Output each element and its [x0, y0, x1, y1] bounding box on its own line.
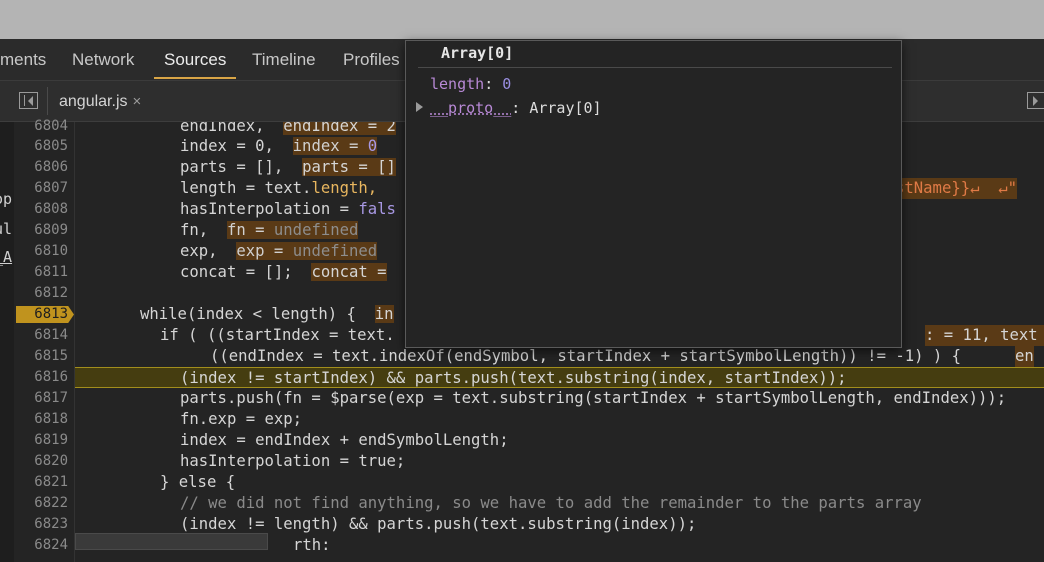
code-line: (index != length) && parts.push(text.sub… — [75, 514, 1044, 535]
code-text: index = endIndex + endSymbolLength; — [180, 431, 509, 449]
line-number[interactable]: 6818 — [14, 409, 68, 430]
code-text: } else { — [160, 473, 236, 491]
popover-divider — [418, 67, 892, 68]
line-number[interactable]: 6817 — [14, 388, 68, 409]
navigator-panel-edge: op ul _A — [0, 122, 14, 562]
code-text: (index != startIndex) && parts.push(text… — [180, 369, 847, 387]
line-number[interactable]: 6822 — [14, 493, 68, 514]
code-line: } else { — [75, 472, 1044, 493]
inline-value: fn = undefined — [226, 221, 359, 239]
toggle-navigator-icon[interactable] — [19, 92, 38, 109]
line-number[interactable]: 6808 — [14, 199, 68, 220]
file-tab-angular[interactable]: angular.js × — [59, 81, 141, 121]
code-text: (index != length) && parts.push(text.sub… — [180, 515, 697, 533]
line-number[interactable]: 6814 — [14, 325, 68, 346]
code-text: ((endIndex = text.indexOf(endSymbol, sta… — [210, 347, 962, 365]
tab-sources[interactable]: Sources — [154, 39, 237, 79]
execution-line: (index != startIndex) && parts.push(text… — [75, 367, 1044, 388]
navigator-fragment: ul — [0, 220, 13, 238]
horizontal-scrollbar[interactable] — [75, 533, 268, 550]
line-number[interactable]: 6819 — [14, 430, 68, 451]
inline-value: stName}}↵ ↵" — [895, 178, 1018, 199]
inline-value: concat = — [311, 263, 387, 281]
toggle-debugger-icon[interactable] — [1027, 92, 1044, 109]
code-line: // we did not find anything, so we have … — [75, 493, 1044, 514]
code-text: while(index < length) { — [140, 305, 356, 323]
code-text: hasInterpolation = — [180, 200, 359, 218]
navigator-fragment: op — [0, 190, 13, 208]
object-popover[interactable]: Array[0] length: 0 __proto__: Array[0] — [405, 40, 902, 348]
code-text: length = text. — [180, 179, 312, 197]
code-line: fn.exp = exp; — [75, 409, 1044, 430]
line-number[interactable]: 6815 — [14, 346, 68, 367]
code-keyword: fals — [358, 200, 396, 218]
code-text: endIndex, — [180, 122, 265, 135]
code-text: if ( ((startIndex = text. — [160, 326, 395, 344]
code-line: ((endIndex = text.indexOf(endSymbol, sta… — [75, 346, 1044, 367]
tab-timeline[interactable]: Timeline — [252, 39, 316, 79]
code-line: parts.push(fn = $parse(exp = text.substr… — [75, 388, 1044, 409]
code-text: parts = [], — [180, 158, 284, 176]
tab-profiles[interactable]: Profiles — [343, 39, 400, 79]
line-number[interactable]: 6823 — [14, 514, 68, 535]
inline-value: : = 11, text = — [925, 325, 1044, 346]
line-number[interactable]: 6806 — [14, 157, 68, 178]
code-text: exp, — [180, 242, 218, 260]
line-number[interactable]: 6820 — [14, 451, 68, 472]
inline-value: endIndex = 2 — [283, 122, 396, 135]
code-line: hasInterpolation = true; — [75, 451, 1044, 472]
line-number[interactable]: 6821 — [14, 472, 68, 493]
code-comment: // we did not find anything, so we have … — [180, 494, 922, 512]
line-number[interactable]: 6810 — [14, 241, 68, 262]
line-number[interactable]: 6816 — [14, 367, 68, 388]
inline-value: parts = [] — [302, 158, 396, 176]
popover-title: Array[0] — [441, 44, 514, 62]
line-number[interactable]: 6807 — [14, 178, 68, 199]
code-text: fn.exp = exp; — [180, 410, 303, 428]
inline-value: index = 0 — [292, 137, 378, 155]
code-text: parts.push(fn = $parse(exp = text.substr… — [180, 389, 1007, 407]
code-text: hasInterpolation = true; — [180, 452, 406, 470]
tab-network[interactable]: Network — [72, 39, 134, 79]
navigator-fragment: _A — [0, 248, 13, 266]
inline-value: en — [1015, 346, 1034, 367]
code-property: length, — [311, 179, 378, 197]
line-number[interactable]: 6804 — [14, 116, 68, 137]
expand-triangle-icon[interactable] — [416, 102, 423, 112]
tab-elements[interactable]: ments — [0, 39, 46, 79]
close-icon[interactable]: × — [133, 93, 142, 110]
line-number[interactable]: 6812 — [14, 283, 68, 304]
property-proto[interactable]: __proto__: Array[0] — [430, 99, 602, 117]
code-text: concat = []; — [180, 263, 293, 281]
line-number[interactable]: 6809 — [14, 220, 68, 241]
separator — [47, 87, 48, 115]
window-top-area — [0, 0, 1044, 39]
inline-value: in — [374, 305, 394, 323]
file-tab-label: angular.js — [59, 93, 128, 110]
line-number-breakpoint[interactable]: 6813 — [14, 304, 68, 325]
line-number-gutter[interactable]: 6804 6805 6806 6807 6808 6809 6810 6811 … — [14, 118, 75, 562]
line-number[interactable]: 6824 — [14, 535, 68, 556]
code-text: index = 0, — [180, 137, 274, 155]
code-line: index = endIndex + endSymbolLength; — [75, 430, 1044, 451]
line-number[interactable]: 6805 — [14, 136, 68, 157]
line-number[interactable]: 6811 — [14, 262, 68, 283]
code-text: fn, — [180, 221, 209, 239]
inline-value: exp = undefined — [236, 242, 378, 260]
property-length: length: 0 — [430, 75, 512, 93]
